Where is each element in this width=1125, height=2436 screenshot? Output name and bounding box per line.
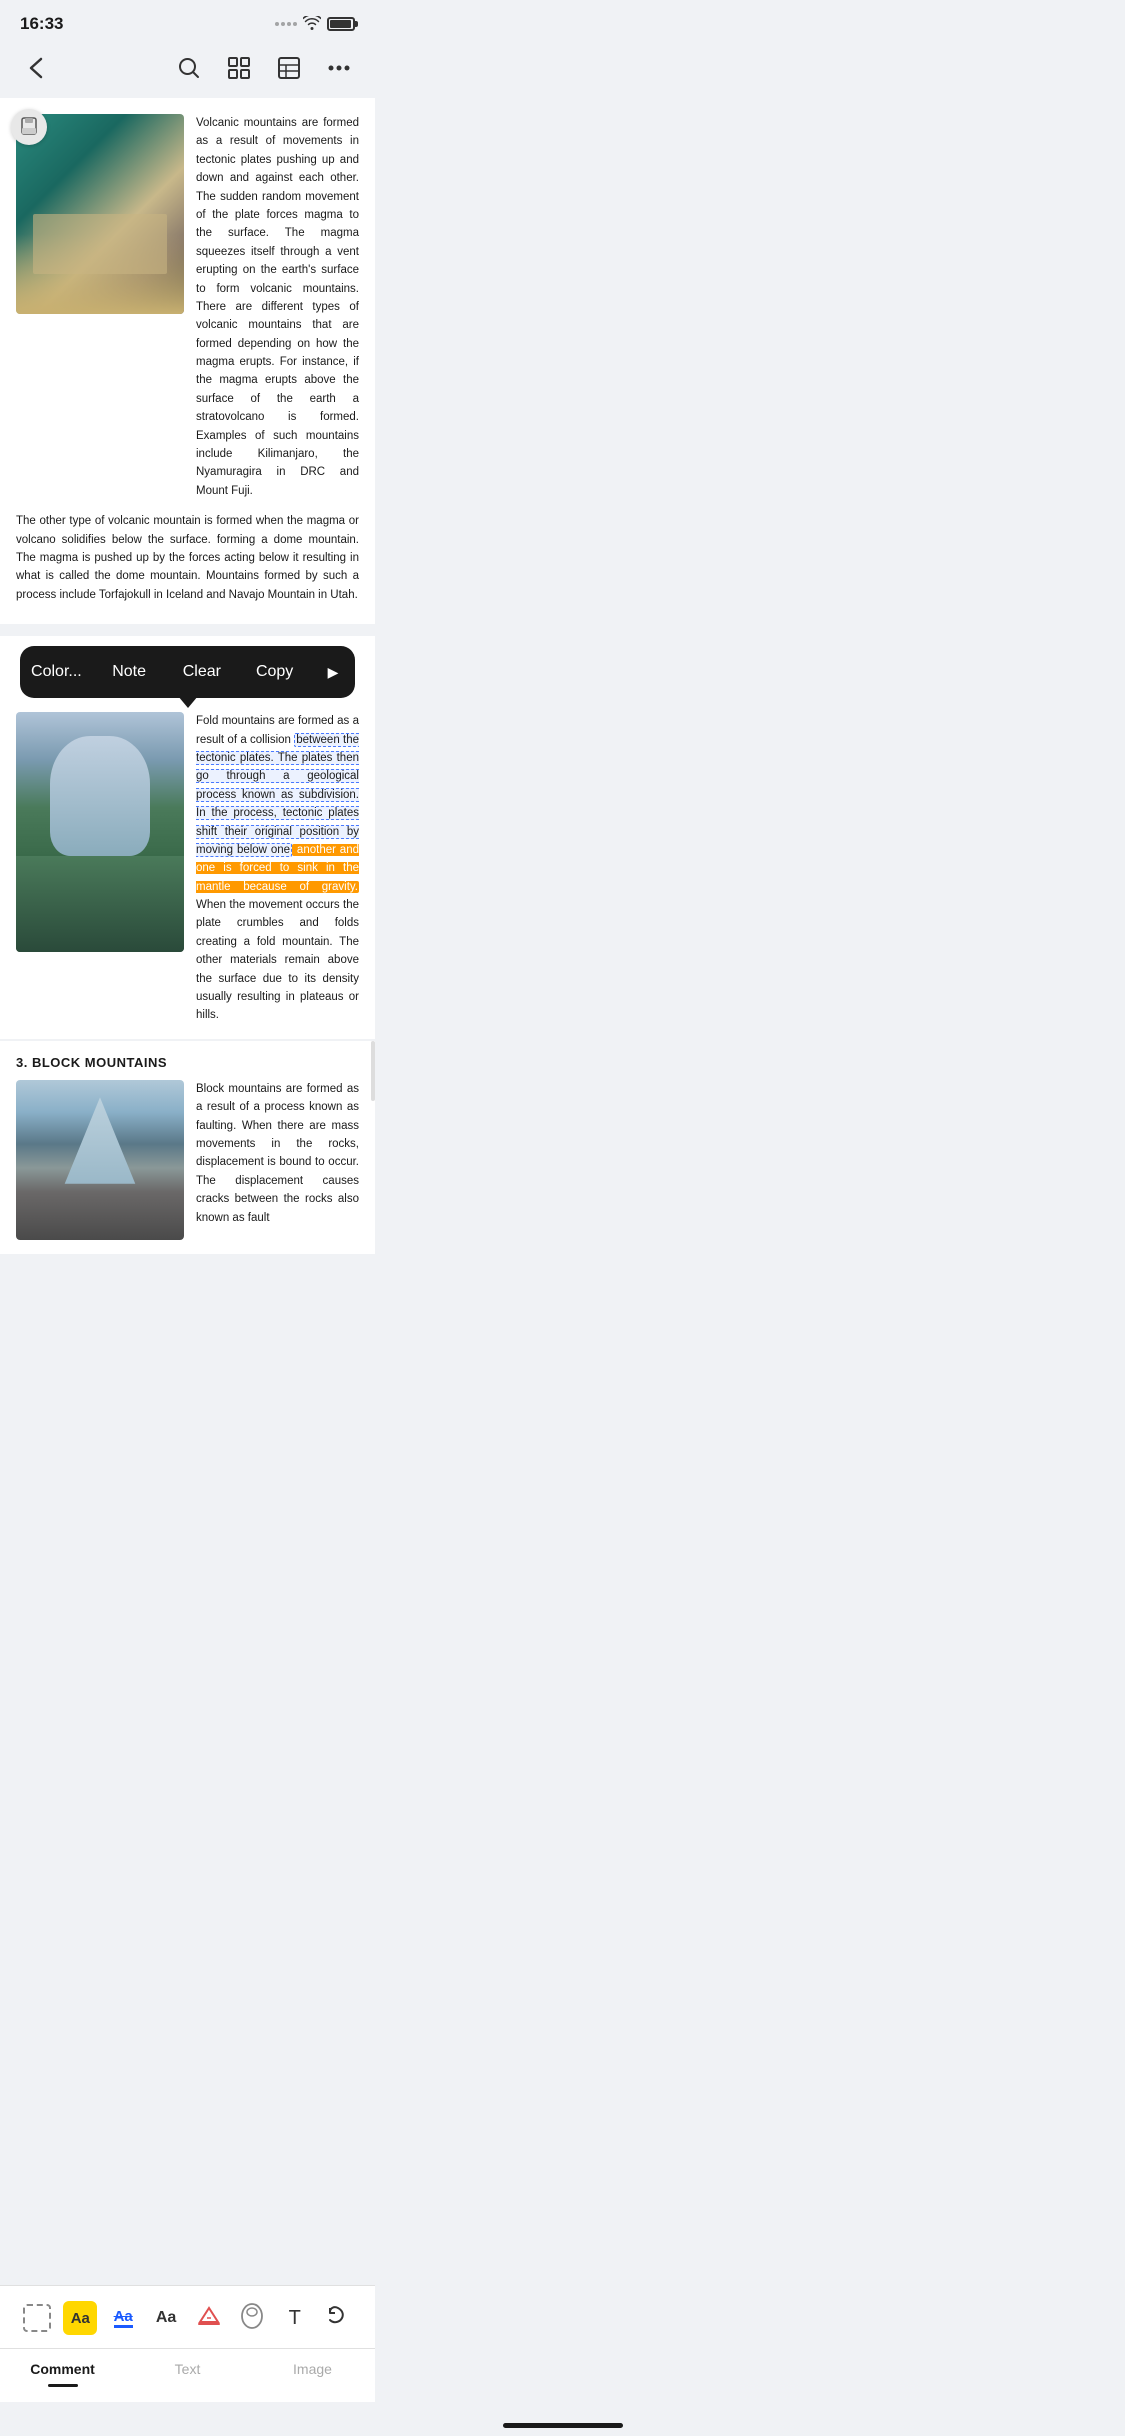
undo-icon [326, 2304, 350, 2333]
tab-active-indicator [48, 2384, 78, 2387]
color-eraser-icon [195, 2302, 223, 2335]
image-container-1 [16, 114, 184, 500]
battery-icon [327, 17, 355, 31]
color-eraser-button[interactable] [188, 2296, 231, 2340]
nav-right-actions [171, 50, 357, 86]
copy-menu-item[interactable]: Copy [238, 646, 311, 698]
text-tool-button[interactable]: Aa [145, 2296, 188, 2340]
status-bar: 16:33 [0, 0, 375, 42]
clear-menu-item[interactable]: Clear [166, 646, 239, 698]
text-insert-button[interactable]: T [273, 2296, 316, 2340]
search-button[interactable] [171, 50, 207, 86]
fold-section-inner: Fold mountains are formed as a result of… [16, 712, 359, 1025]
block-mountains-header: 3. BLOCK MOUNTAINS [16, 1055, 359, 1070]
text-tool-icon: Aa [156, 2309, 176, 2327]
block-mountains-section: 3. BLOCK MOUNTAINS Block mountains are f… [0, 1041, 375, 1254]
volcanic-section: Volcanic mountains are formed as a resul… [16, 114, 359, 500]
scroll-indicator [371, 1041, 375, 1101]
fold-mountain-image [16, 712, 184, 952]
nav-bar [0, 42, 375, 98]
highlight-yellow-button[interactable]: Aa [59, 2296, 102, 2340]
content-section-1: Volcanic mountains are formed as a resul… [0, 98, 375, 624]
volcanic-text-2: The other type of volcanic mountain is f… [16, 512, 359, 604]
undo-button[interactable] [316, 2296, 359, 2340]
status-time: 16:33 [20, 14, 63, 34]
save-badge[interactable] [11, 109, 47, 145]
more-options-button[interactable] [321, 50, 357, 86]
highlight-blue-button[interactable]: Aa [102, 2296, 145, 2340]
popup-area: Color... Note Clear Copy ▶ Fold mountain… [0, 636, 375, 1039]
save-icon [20, 117, 38, 138]
context-menu: Color... Note Clear Copy ▶ [20, 646, 355, 698]
block-section-inner: Block mountains are formed as a result o… [16, 1080, 359, 1240]
status-icons [275, 16, 355, 33]
fold-mountains-section: Fold mountains are formed as a result of… [0, 698, 375, 1039]
block-mountain-image [16, 1080, 184, 1240]
tab-image[interactable]: Image [250, 2361, 375, 2377]
tab-text[interactable]: Text [125, 2361, 250, 2377]
text-insert-icon: T [289, 2307, 301, 2330]
menu-more-button[interactable]: ▶ [311, 646, 355, 698]
list-view-button[interactable] [271, 50, 307, 86]
popup-wrapper: Color... Note Clear Copy ▶ [0, 646, 375, 698]
tab-comment[interactable]: Comment [0, 2361, 125, 2377]
wifi-icon [303, 16, 321, 33]
annotation-toolbar: Aa Aa Aa T [0, 2285, 375, 2348]
back-button[interactable] [18, 50, 54, 86]
fold-remaining-text: When the movement occurs the plate crumb… [196, 899, 359, 1021]
eraser-icon [238, 2302, 266, 2335]
eraser-button[interactable] [230, 2296, 273, 2340]
color-menu-item[interactable]: Color... [20, 646, 93, 698]
volcanic-image [16, 114, 184, 314]
section-separator [0, 624, 391, 636]
home-indicator [503, 2423, 623, 2428]
grid-view-button[interactable] [221, 50, 257, 86]
signal-icon [275, 22, 297, 26]
volcanic-text: Volcanic mountains are formed as a resul… [196, 114, 359, 500]
note-menu-item[interactable]: Note [93, 646, 166, 698]
highlight-yellow-icon: Aa [63, 2301, 97, 2335]
menu-caret [178, 696, 198, 708]
block-mountain-text: Block mountains are formed as a result o… [196, 1080, 359, 1240]
fold-mountain-text: Fold mountains are formed as a result of… [196, 712, 359, 1025]
selection-icon [23, 2304, 51, 2332]
fold-highlighted-text: between the tectonic plates. The plates … [196, 733, 359, 857]
highlight-blue-icon: Aa [114, 2308, 133, 2328]
selection-tool-button[interactable] [16, 2296, 59, 2340]
bottom-tab-bar: Comment Text Image [0, 2348, 375, 2402]
